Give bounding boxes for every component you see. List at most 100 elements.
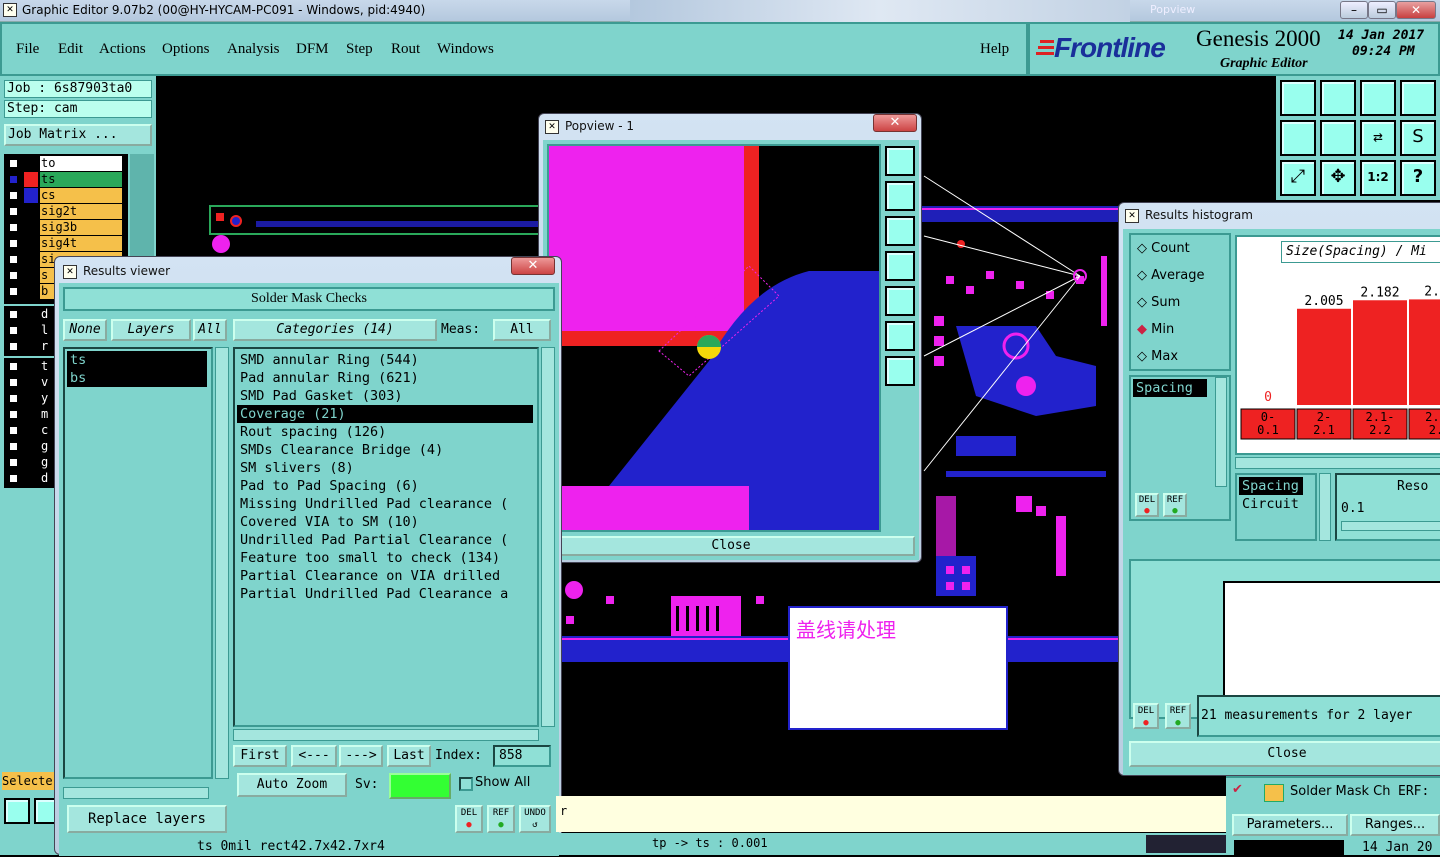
pan-right-icon[interactable] xyxy=(1320,120,1356,156)
replace-layers-select[interactable]: Replace layers xyxy=(67,805,227,833)
list-item[interactable]: SM slivers (8) xyxy=(237,459,533,477)
first-button[interactable]: First xyxy=(233,745,287,767)
menu-file[interactable]: File xyxy=(16,41,39,58)
ranges-button[interactable]: Ranges... xyxy=(1350,814,1440,836)
zoom-down-icon[interactable] xyxy=(885,216,915,246)
s-icon[interactable]: S xyxy=(1400,120,1436,156)
pan-right-icon[interactable] xyxy=(885,286,915,316)
mode-sum[interactable]: ◇ Sum xyxy=(1137,295,1180,310)
mode-max[interactable]: ◇ Max xyxy=(1137,349,1178,364)
layer-list-hscrollbar[interactable] xyxy=(63,787,209,799)
ref-button[interactable]: REF ● xyxy=(487,805,515,833)
fit-icon[interactable] xyxy=(885,321,915,351)
parameters-button[interactable]: Parameters... xyxy=(1232,814,1348,836)
mode-count[interactable]: ◇ Count xyxy=(1137,241,1190,256)
job-matrix-button[interactable]: Job Matrix ... xyxy=(4,124,152,146)
popview-close-x[interactable]: ✕ xyxy=(873,114,917,132)
del-button[interactable]: DEL ● xyxy=(1135,493,1159,517)
list-item[interactable]: SMD Pad Gasket (303) xyxy=(237,387,533,405)
none-button[interactable]: None xyxy=(63,319,107,341)
list-item[interactable]: Circuit xyxy=(1239,495,1303,513)
scale-icon[interactable]: 1:2 xyxy=(1360,160,1396,196)
list-item[interactable]: Coverage (21) xyxy=(237,405,533,423)
menu-dfm[interactable]: DFM xyxy=(296,41,329,58)
list-item[interactable]: Spacing xyxy=(1239,477,1303,495)
sv-color-select[interactable] xyxy=(389,773,451,799)
list-scrollbar[interactable] xyxy=(1215,377,1227,487)
list-item[interactable]: Partial Clearance on VIA drilled xyxy=(237,567,533,585)
layers-button[interactable]: Layers xyxy=(111,319,191,341)
menu-analysis[interactable]: Analysis xyxy=(227,41,280,58)
histogram-close-button[interactable]: Close xyxy=(1129,741,1440,767)
index-input[interactable]: 858 xyxy=(493,745,551,767)
popview-close-button[interactable]: Close xyxy=(547,536,915,556)
layer-row[interactable]: sig4t xyxy=(6,236,122,251)
pan-left-icon[interactable] xyxy=(885,251,915,281)
menu-options[interactable]: Options xyxy=(162,41,210,58)
pan-left-icon[interactable] xyxy=(1280,120,1316,156)
list-item[interactable]: Rout spacing (126) xyxy=(237,423,533,441)
categories-hscrollbar[interactable] xyxy=(233,729,539,741)
mode-min[interactable]: ◆ Min xyxy=(1137,322,1174,337)
histogram-bar[interactable] xyxy=(1409,299,1440,405)
fit-icon[interactable]: ⤢ xyxy=(1280,160,1316,196)
layer-row[interactable]: cs xyxy=(6,188,122,203)
minimize-button[interactable]: – xyxy=(1340,1,1368,19)
list-item[interactable]: Pad annular Ring (621) xyxy=(237,369,533,387)
auto-zoom-select[interactable]: Auto Zoom xyxy=(237,773,347,797)
histogram-bar[interactable] xyxy=(1353,300,1407,405)
close-window-button[interactable]: ✕ xyxy=(1396,1,1436,19)
undo-button[interactable]: UNDO ↺ xyxy=(519,805,551,833)
help-icon[interactable]: ? xyxy=(1400,160,1436,196)
list-item[interactable]: Partial Undrilled Pad Clearance a xyxy=(237,585,533,603)
tool-icon[interactable] xyxy=(4,798,30,824)
menu-edit[interactable]: Edit xyxy=(58,41,83,58)
list-item[interactable]: SMDs Clearance Bridge (4) xyxy=(237,441,533,459)
maximize-button[interactable]: ▭ xyxy=(1368,1,1396,19)
list-item[interactable]: Undrilled Pad Partial Clearance ( xyxy=(237,531,533,549)
list-item[interactable]: Missing Undrilled Pad clearance ( xyxy=(237,495,533,513)
menu-actions[interactable]: Actions xyxy=(99,41,146,58)
categories-button[interactable]: Categories (14) xyxy=(233,319,437,341)
mode-average[interactable]: ◇ Average xyxy=(1137,268,1205,283)
resolution-slider[interactable] xyxy=(1341,521,1440,531)
window-icon[interactable] xyxy=(1400,80,1436,116)
layer-row[interactable]: sig3b xyxy=(6,220,122,235)
show-all-checkbox[interactable] xyxy=(459,777,473,791)
list-item[interactable]: Pad to Pad Spacing (6) xyxy=(237,477,533,495)
next-button[interactable]: ---> xyxy=(339,745,383,767)
list-item[interactable]: Covered VIA to SM (10) xyxy=(237,513,533,531)
zoom-up-icon[interactable] xyxy=(885,181,915,211)
last-button[interactable]: Last xyxy=(387,745,431,767)
list-item[interactable]: Spacing xyxy=(1133,379,1207,397)
zoom-icon[interactable] xyxy=(885,146,915,176)
results-viewer-close-x[interactable]: ✕ xyxy=(511,257,555,275)
menu-help[interactable]: Help xyxy=(980,41,1009,58)
zoom-down-icon[interactable] xyxy=(1320,80,1356,116)
prev-button[interactable]: <--- xyxy=(291,745,337,767)
menu-step[interactable]: Step xyxy=(346,41,373,58)
list-item[interactable]: SMD annular Ring (544) xyxy=(237,351,533,369)
layer-row[interactable]: sig2t xyxy=(6,204,122,219)
layer-list-scrollbar[interactable] xyxy=(215,347,229,779)
layer-row[interactable]: ts xyxy=(6,172,122,187)
histogram-bar[interactable] xyxy=(1297,308,1351,405)
list-item[interactable]: Feature too small to check (134) xyxy=(237,549,533,567)
meas-select[interactable]: All xyxy=(493,319,551,341)
ref-button[interactable]: REF ● xyxy=(1163,493,1187,517)
flip-icon[interactable]: ⇄ xyxy=(1360,120,1396,156)
popview-canvas[interactable] xyxy=(547,144,881,532)
del-button[interactable]: DEL ● xyxy=(455,805,483,833)
list-scrollbar[interactable] xyxy=(1319,473,1331,541)
menu-rout[interactable]: Rout xyxy=(391,41,420,58)
layer-row[interactable]: to xyxy=(6,156,122,171)
list-item[interactable]: bs xyxy=(67,369,207,387)
zoom-up-icon[interactable] xyxy=(1280,80,1316,116)
del-button[interactable]: DEL ● xyxy=(1133,703,1159,729)
categories-scrollbar[interactable] xyxy=(541,347,555,727)
center-icon[interactable]: ✥ xyxy=(1320,160,1356,196)
list-item[interactable]: ts xyxy=(67,351,207,369)
ref-button[interactable]: REF ● xyxy=(1165,703,1191,729)
home-icon[interactable] xyxy=(1360,80,1396,116)
center-icon[interactable] xyxy=(885,356,915,386)
